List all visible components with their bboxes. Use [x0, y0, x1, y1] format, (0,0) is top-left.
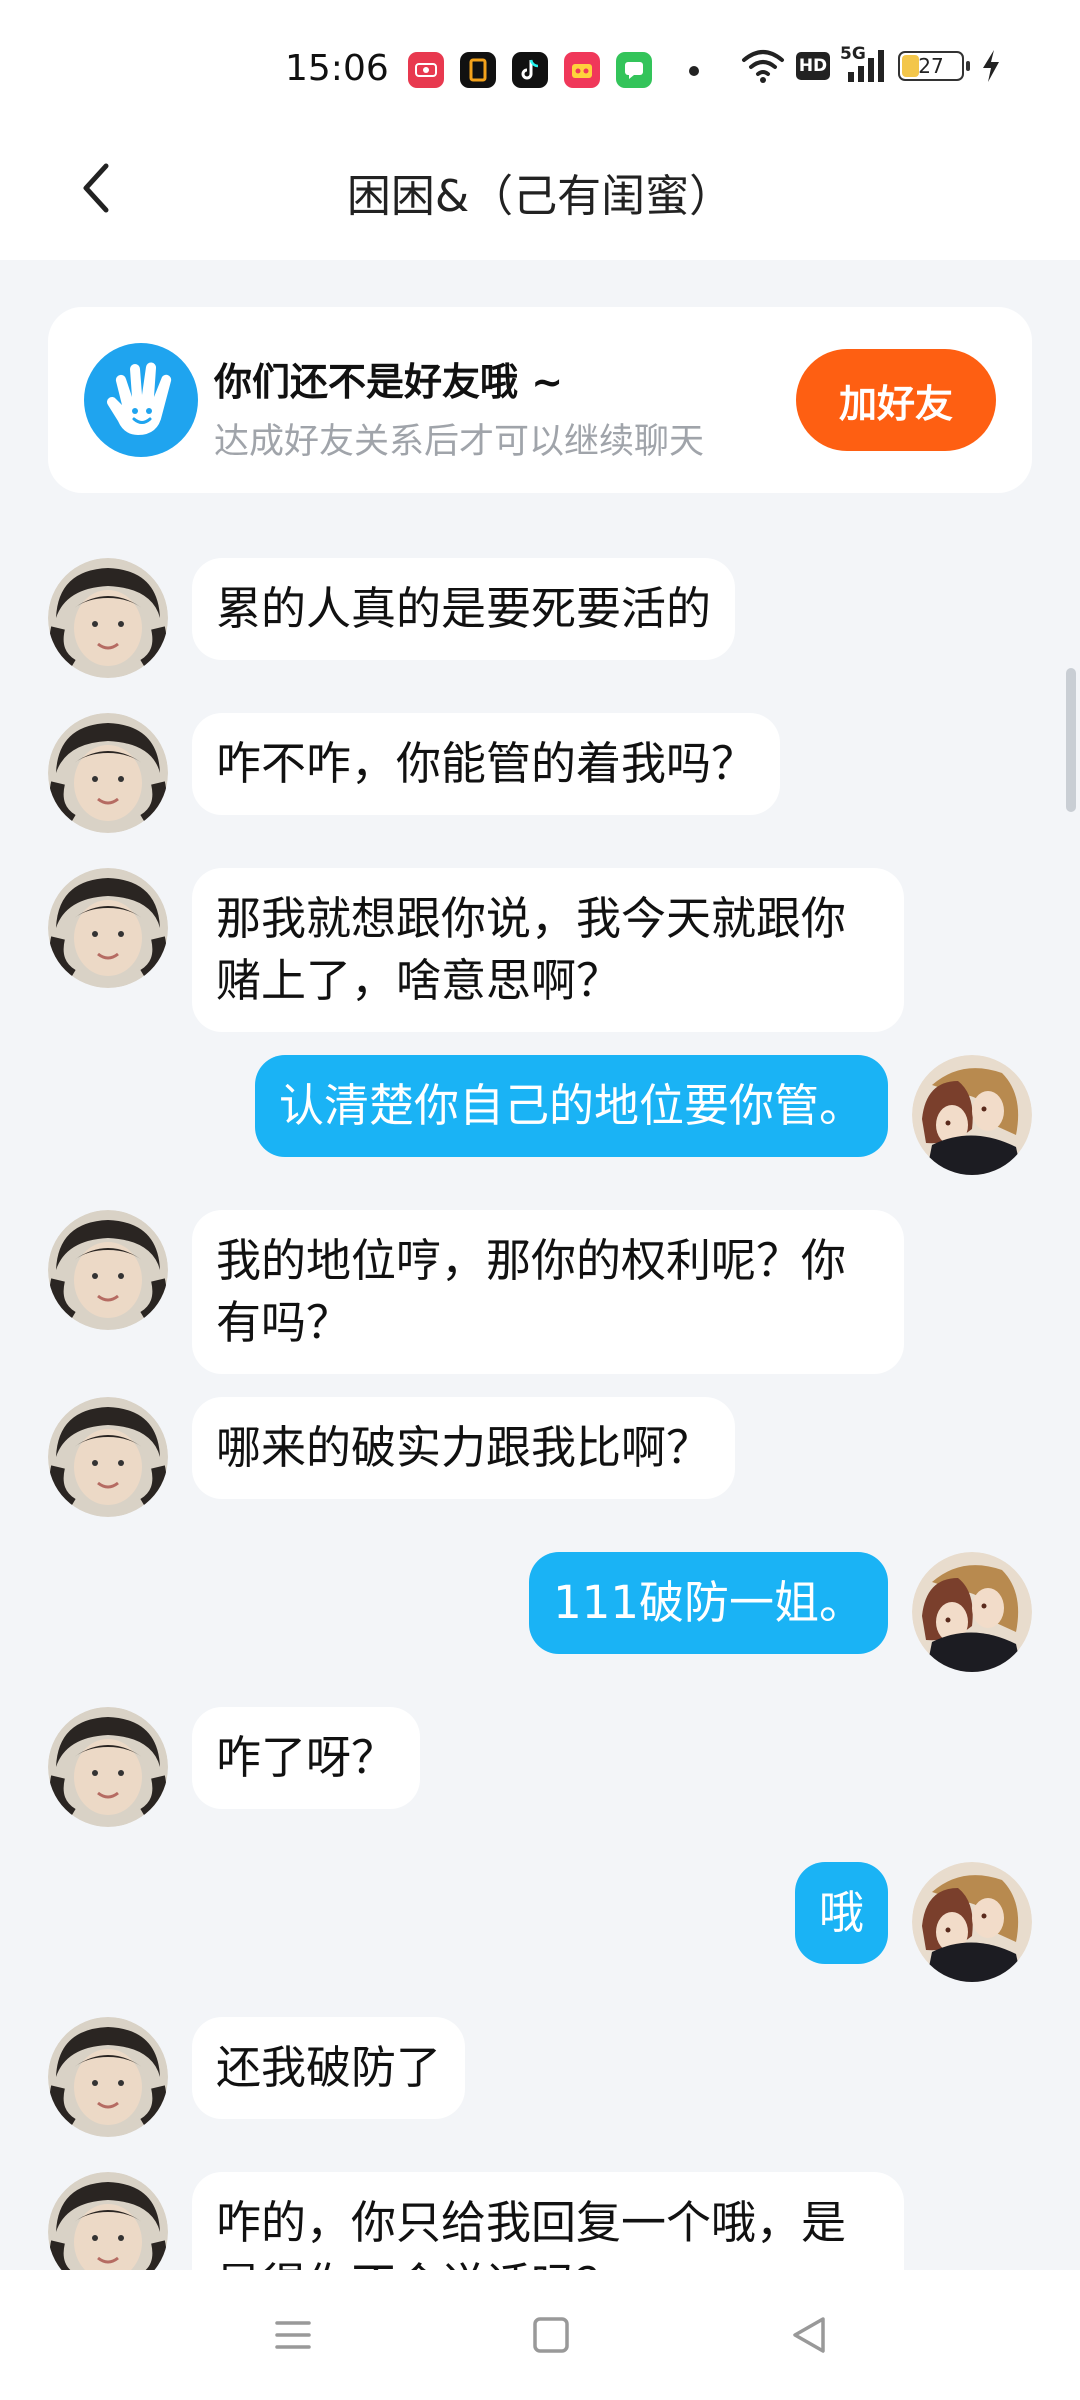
avatar[interactable] [912, 1055, 1032, 1175]
menu-icon [275, 2321, 311, 2349]
back-nav-button[interactable] [784, 2310, 834, 2360]
video-app-icon [564, 52, 600, 88]
avatar[interactable] [48, 1707, 168, 1827]
message-bubble-incoming[interactable]: 咋了呀？ [192, 1707, 421, 1809]
avatar[interactable] [48, 2017, 168, 2137]
avatar[interactable] [48, 868, 168, 988]
avatar[interactable] [48, 1210, 168, 1330]
status-time: 15:06 [285, 48, 389, 89]
friend-notice-card: 你们还不是好友哦 ~ 达成好友关系后才可以继续聊天 加好友 [48, 307, 1032, 493]
waving-hand-icon [84, 343, 198, 457]
cellular-signal-icon: 5G [840, 44, 888, 84]
avatar[interactable] [48, 1397, 168, 1517]
message-bubble-outgoing[interactable]: 认清楚你自己的地位要你管。 [254, 1055, 888, 1157]
scrollbar-thumb[interactable] [1066, 668, 1076, 812]
status-indicators: HD 5G 27 [740, 44, 1002, 84]
friend-notice-subtitle: 达成好友关系后才可以继续聊天 [214, 422, 705, 462]
message-bubble-incoming[interactable]: 咋的，你只给我回复一个哦，是是得你不会说话吗？ [192, 2172, 904, 2270]
friend-notice-title: 你们还不是好友哦 ~ [214, 360, 564, 404]
orange-app-icon [460, 52, 496, 88]
back-triangle-icon [793, 2317, 825, 2353]
battery-level [902, 55, 920, 77]
avatar[interactable] [48, 713, 168, 833]
system-nav-bar [0, 2270, 1080, 2400]
home-square-icon [533, 2317, 569, 2353]
message-app-icon [616, 52, 652, 88]
message-bubble-incoming[interactable]: 咋不咋，你能管的着我吗？ [192, 713, 781, 815]
wifi-icon [742, 50, 784, 83]
charging-icon [983, 50, 999, 82]
chat-area[interactable]: 你们还不是好友哦 ~ 达成好友关系后才可以继续聊天 加好友 累的人真的是要死要活… [0, 260, 1080, 2270]
page-title: 困困&（己有闺蜜） [346, 171, 734, 222]
battery-indicator: 27 [898, 51, 970, 81]
message-bubble-incoming[interactable]: 那我就想跟你说，我今天就跟你赌上了，啥意思啊？ [192, 868, 904, 1032]
menu-button[interactable] [268, 2310, 318, 2360]
message-bubble-outgoing[interactable]: 哦 [794, 1862, 888, 1964]
status-app-icons [408, 52, 652, 88]
message-bubble-outgoing[interactable]: 111破防一姐。 [529, 1552, 888, 1654]
notification-dot [689, 66, 699, 76]
title-bar: 困困&（己有闺蜜） [0, 130, 1080, 260]
message-bubble-incoming[interactable]: 累的人真的是要死要活的 [192, 558, 736, 660]
avatar[interactable] [48, 2172, 168, 2270]
message-bubble-incoming[interactable]: 我的地位哼，那你的权利呢？你有吗？ [192, 1210, 904, 1374]
status-bar: 15:06 HD 5G 27 [0, 0, 1080, 130]
add-friend-button[interactable]: 加好友 [796, 349, 996, 451]
battery-percent: 27 [918, 54, 944, 78]
message-bubble-incoming[interactable]: 哪来的破实力跟我比啊？ [192, 1397, 736, 1499]
message-bubble-incoming[interactable]: 还我破防了 [192, 2017, 466, 2119]
avatar[interactable] [48, 558, 168, 678]
hd-icon: HD [796, 52, 830, 80]
avatar[interactable] [912, 1862, 1032, 1982]
tiktok-icon [512, 52, 548, 88]
avatar[interactable] [912, 1552, 1032, 1672]
screen-recorder-icon [408, 52, 444, 88]
home-button[interactable] [526, 2310, 576, 2360]
